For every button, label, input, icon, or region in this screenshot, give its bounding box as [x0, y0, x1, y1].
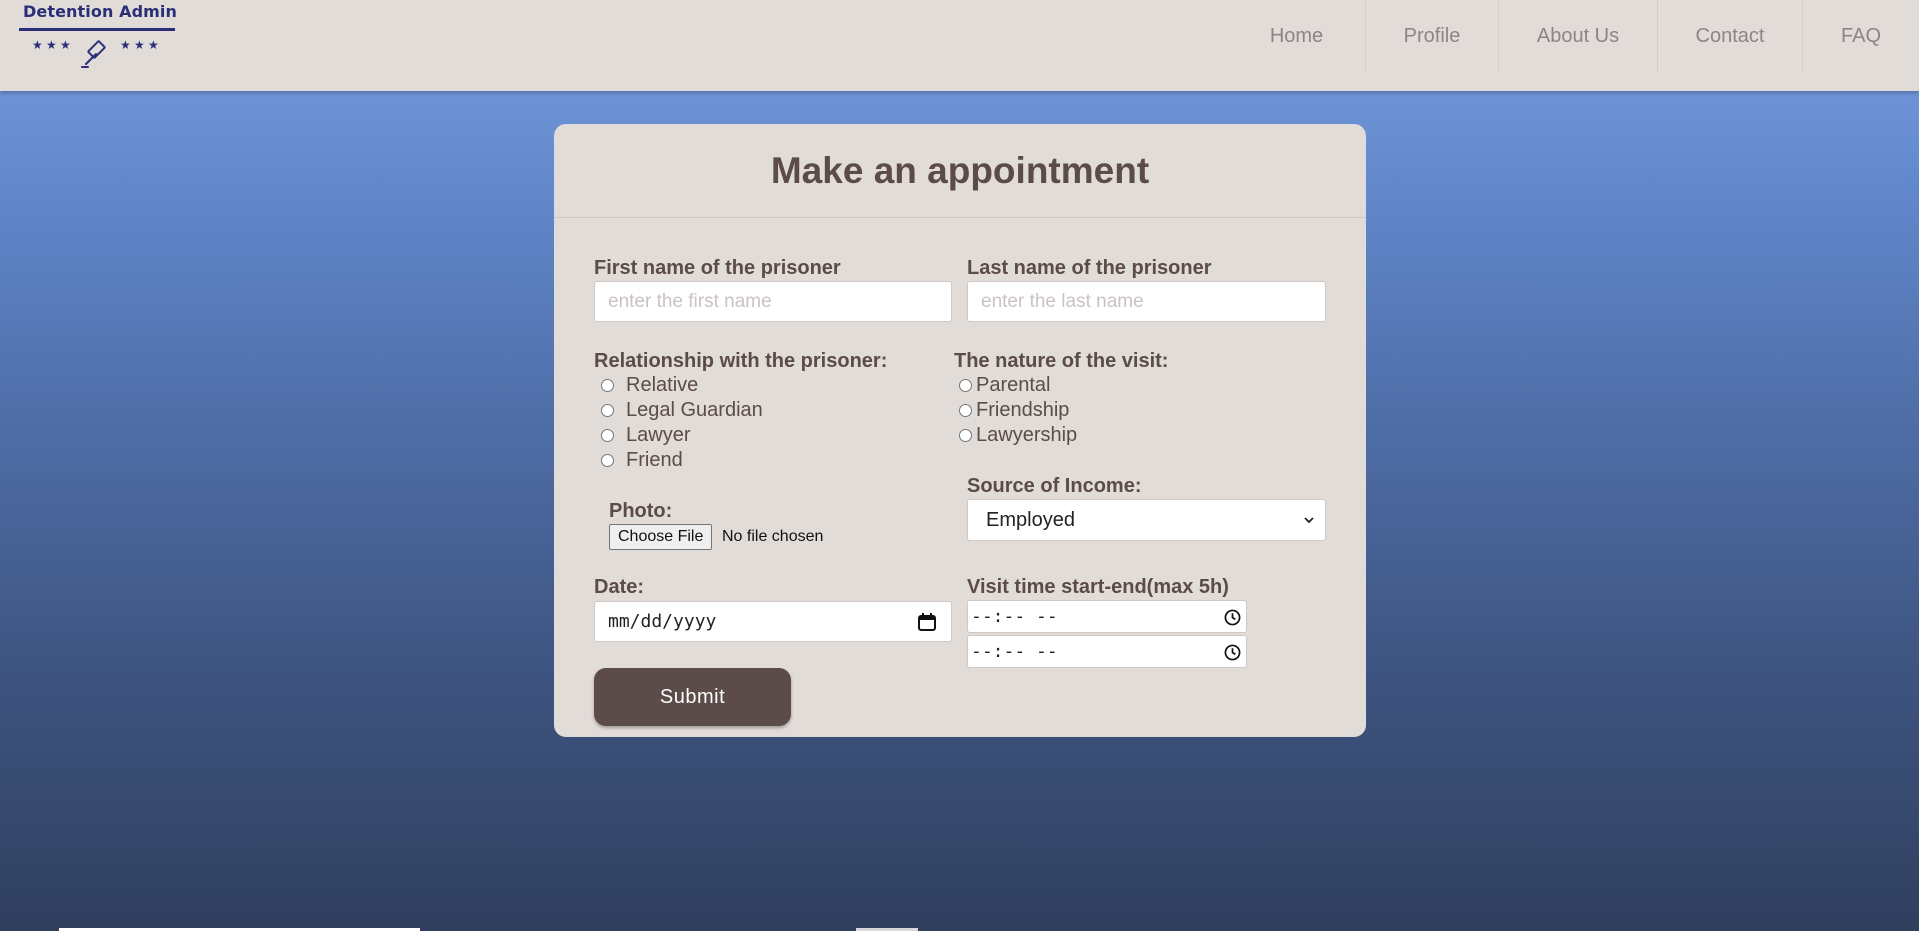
nav-faq-label: FAQ: [1840, 24, 1881, 47]
first-name-label: First name of the prisoner: [594, 257, 841, 279]
brand-name: Detention Admin: [23, 2, 177, 21]
radio-button[interactable]: [601, 379, 614, 392]
radio-button[interactable]: [601, 404, 614, 417]
nav-about-label: About Us: [1536, 24, 1620, 47]
relationship-option-label: Lawyer: [626, 424, 691, 446]
visit-nature-option-label: Lawyership: [976, 424, 1078, 446]
visit-nature-option-label: Friendship: [976, 399, 1070, 421]
last-name-label: Last name of the prisoner: [967, 257, 1212, 279]
nav-profile-link[interactable]: Profile: [1366, 0, 1499, 72]
relationship-option-relative[interactable]: Relative: [601, 373, 698, 398]
radio-button[interactable]: [959, 404, 972, 417]
svg-text:★: ★: [46, 38, 57, 52]
submit-button[interactable]: Submit: [594, 668, 791, 726]
svg-text:★: ★: [60, 38, 71, 52]
radio-button[interactable]: [959, 429, 972, 442]
income-selected-value: Employed: [986, 508, 1075, 531]
relationship-option-label: Friend: [626, 449, 683, 471]
choose-file-button[interactable]: Choose File: [609, 524, 713, 550]
nav-about-link[interactable]: About Us: [1499, 0, 1658, 72]
svg-text:★: ★: [148, 38, 159, 52]
clock-icon[interactable]: [1224, 609, 1241, 626]
radio-button[interactable]: [601, 454, 614, 467]
visit-time-label: Visit time start-end(max 5h): [967, 576, 1229, 598]
visit-nature-option-friendship[interactable]: Friendship: [959, 398, 1069, 423]
date-placeholder: mm/dd/yyyy: [608, 611, 717, 632]
nav-profile-label: Profile: [1403, 24, 1461, 47]
nav-contact-link[interactable]: Contact: [1658, 0, 1803, 72]
relationship-option-label: Relative: [626, 374, 699, 396]
visit-start-time-input[interactable]: --:-- --: [967, 600, 1247, 633]
chevron-down-icon: [1304, 517, 1314, 524]
visit-end-time-input[interactable]: --:-- --: [967, 635, 1247, 668]
visit-nature-option-parental[interactable]: Parental: [959, 373, 1051, 398]
nav-home-label: Home: [1269, 24, 1324, 47]
nav-home-link[interactable]: Home: [1228, 0, 1366, 72]
radio-button[interactable]: [601, 429, 614, 442]
main-nav: Home Profile About Us Contact FAQ: [1228, 0, 1919, 72]
visit-nature-option-lawyership[interactable]: Lawyership: [959, 423, 1077, 448]
first-name-input[interactable]: [594, 281, 952, 322]
relationship-option-friend[interactable]: Friend: [601, 448, 683, 473]
card-header: Make an appointment: [554, 124, 1366, 218]
photo-label: Photo:: [609, 500, 673, 522]
radio-button[interactable]: [959, 379, 972, 392]
clock-icon[interactable]: [1224, 644, 1241, 661]
gavel-icon: ★ ★ ★ ★ ★ ★: [19, 28, 175, 68]
svg-text:★: ★: [134, 38, 145, 52]
svg-text:★: ★: [32, 38, 43, 52]
svg-text:★: ★: [120, 38, 131, 52]
file-status-text: No file chosen: [722, 528, 824, 545]
appointment-card: Make an appointment First name of the pr…: [554, 124, 1366, 737]
visit-nature-option-label: Parental: [976, 374, 1051, 396]
relationship-label: Relationship with the prisoner:: [594, 350, 888, 372]
start-time-placeholder: --:-- --: [971, 606, 1058, 627]
date-label: Date:: [594, 576, 645, 598]
income-label: Source of Income:: [967, 475, 1142, 497]
relationship-option-lawyer[interactable]: Lawyer: [601, 423, 690, 448]
relationship-option-legal-guardian[interactable]: Legal Guardian: [601, 398, 763, 423]
page-title: Make an appointment: [770, 149, 1150, 191]
visit-nature-label: The nature of the visit:: [954, 350, 1169, 372]
date-input[interactable]: mm/dd/yyyy: [594, 601, 952, 642]
nav-faq-link[interactable]: FAQ: [1803, 0, 1919, 72]
nav-contact-label: Contact: [1695, 24, 1765, 47]
end-time-placeholder: --:-- --: [971, 641, 1058, 662]
top-navbar: Detention Admin ★ ★ ★ ★ ★ ★ Home Profile: [0, 0, 1919, 91]
relationship-option-label: Legal Guardian: [626, 399, 763, 421]
brand-logo[interactable]: Detention Admin ★ ★ ★ ★ ★ ★: [18, 2, 177, 68]
last-name-input[interactable]: [967, 281, 1326, 322]
calendar-icon[interactable]: [917, 612, 937, 632]
income-select[interactable]: Employed: [967, 499, 1326, 541]
